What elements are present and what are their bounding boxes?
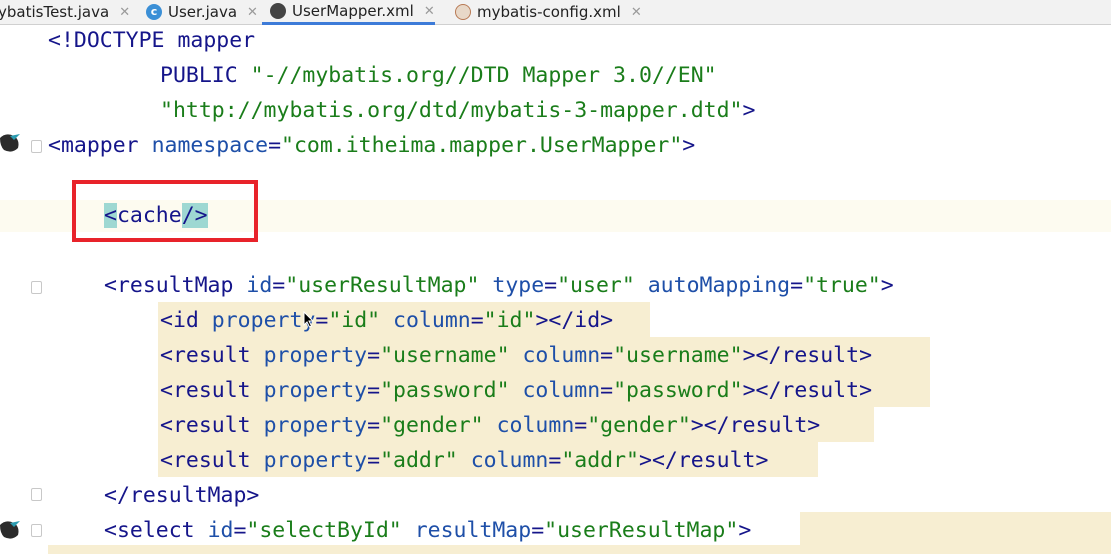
fold-marker[interactable] (31, 488, 42, 501)
tab-user-java[interactable]: c User.java ✕ (146, 0, 258, 24)
mybatis-bird-icon (270, 3, 286, 19)
mouse-cursor-icon (303, 311, 315, 328)
annotation-highlight-box (72, 180, 258, 242)
editor-tab-bar: ybatisTest.java ✕ c User.java ✕ UserMapp… (0, 0, 1111, 25)
tab-label: ybatisTest.java (0, 3, 110, 21)
xml-file-icon (455, 4, 471, 20)
code-line: <result property="username" column="user… (160, 343, 873, 368)
tab-label: mybatis-config.xml (477, 3, 621, 21)
fold-marker[interactable] (31, 140, 42, 153)
fold-marker[interactable] (31, 281, 42, 294)
tab-label: User.java (168, 3, 238, 21)
code-line: <!DOCTYPE mapper (48, 28, 256, 53)
code-line: PUBLIC "-//mybatis.org//DTD Mapper 3.0//… (160, 63, 717, 88)
tab-mybatis-config-xml[interactable]: mybatis-config.xml ✕ (455, 0, 642, 24)
java-class-icon: c (146, 4, 162, 20)
close-icon[interactable]: ✕ (247, 5, 258, 20)
code-line: <result property="addr" column="addr"></… (160, 448, 769, 473)
code-line: <resultMap id="userResultMap" type="user… (104, 273, 894, 298)
tab-user-mapper-xml[interactable]: UserMapper.xml ✕ (262, 0, 435, 25)
code-line: "http://mybatis.org/dtd/mybatis-3-mapper… (160, 98, 756, 123)
fragment-highlight (800, 512, 1111, 554)
close-icon[interactable]: ✕ (119, 5, 130, 20)
code-line: </resultMap> (104, 483, 260, 508)
code-line: <id property="id" column="id"></id> (160, 308, 614, 333)
close-icon[interactable]: ✕ (424, 4, 435, 19)
code-line: <mapper namespace="com.itheima.mapper.Us… (48, 133, 696, 158)
code-line: <result property="password" column="pass… (160, 378, 873, 403)
tab-mybatis-test[interactable]: ybatisTest.java ✕ (0, 0, 130, 24)
code-line: <select id="selectById" resultMap="userR… (104, 518, 752, 543)
close-icon[interactable]: ✕ (631, 5, 642, 20)
fold-marker[interactable] (31, 524, 42, 537)
code-line: <result property="gender" column="gender… (160, 413, 821, 438)
code-editor[interactable]: <!DOCTYPE mapper PUBLIC "-//mybatis.org/… (0, 25, 1111, 554)
mybatis-bird-icon[interactable] (0, 517, 20, 541)
mybatis-bird-icon[interactable] (0, 130, 20, 154)
tab-label: UserMapper.xml (292, 2, 414, 20)
